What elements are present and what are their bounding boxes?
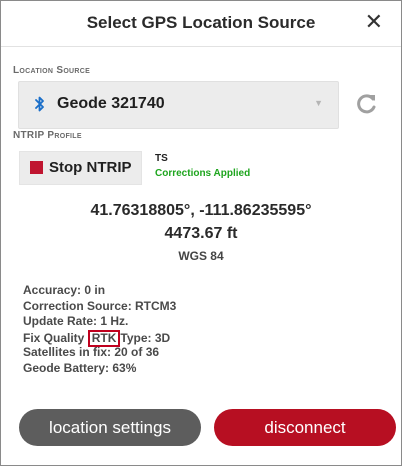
ntrip-status: Corrections Applied [155, 168, 251, 179]
refresh-icon[interactable] [356, 92, 378, 119]
dialog-header: Select GPS Location Source ✕ [1, 1, 401, 47]
ntrip-profile-label: NTRIP Profile [13, 130, 82, 141]
gps-details: Accuracy: 0 in Correction Source: RTCM3 … [23, 283, 176, 377]
location-source-value: Geode 321740 [57, 95, 165, 112]
location-settings-button[interactable]: location settings [19, 409, 201, 446]
fix-quality-label: Fix Quality [23, 330, 85, 345]
stop-ntrip-label: Stop NTRIP [49, 159, 132, 176]
fix-row: Fix Quality RTK Type: 3D [23, 329, 176, 347]
correction-source: Correction Source: RTCM3 [23, 298, 177, 313]
fix-quality-value: RTK [87, 329, 121, 347]
elevation: 4473.67 ft [164, 225, 238, 242]
coordinates: 41.76318805°, -111.86235595° [90, 202, 312, 219]
accuracy: Accuracy: 0 in [23, 283, 106, 297]
gps-source-dialog: Select GPS Location Source ✕ Location So… [0, 0, 402, 466]
satellites: Satellites in fix: 20 of 36 [23, 345, 160, 360]
location-source-select[interactable]: Geode 321740 ▼ [18, 81, 339, 129]
close-icon[interactable]: ✕ [365, 9, 383, 35]
datum: WGS 84 [178, 249, 224, 263]
disconnect-button[interactable]: disconnect [214, 409, 396, 446]
location-source-label: Location Source [13, 65, 91, 76]
stop-ntrip-button[interactable]: Stop NTRIP [19, 151, 142, 185]
bluetooth-icon [35, 96, 45, 117]
chevron-down-icon: ▼ [314, 98, 323, 108]
stop-icon [30, 161, 43, 174]
ntrip-profile-name: TS [155, 153, 168, 164]
fix-type: Type: 3D [120, 330, 171, 345]
update-rate: Update Rate: 1 Hz. [23, 314, 129, 329]
dialog-title: Select GPS Location Source [86, 13, 316, 32]
battery: Geode Battery: 63% [23, 360, 137, 375]
